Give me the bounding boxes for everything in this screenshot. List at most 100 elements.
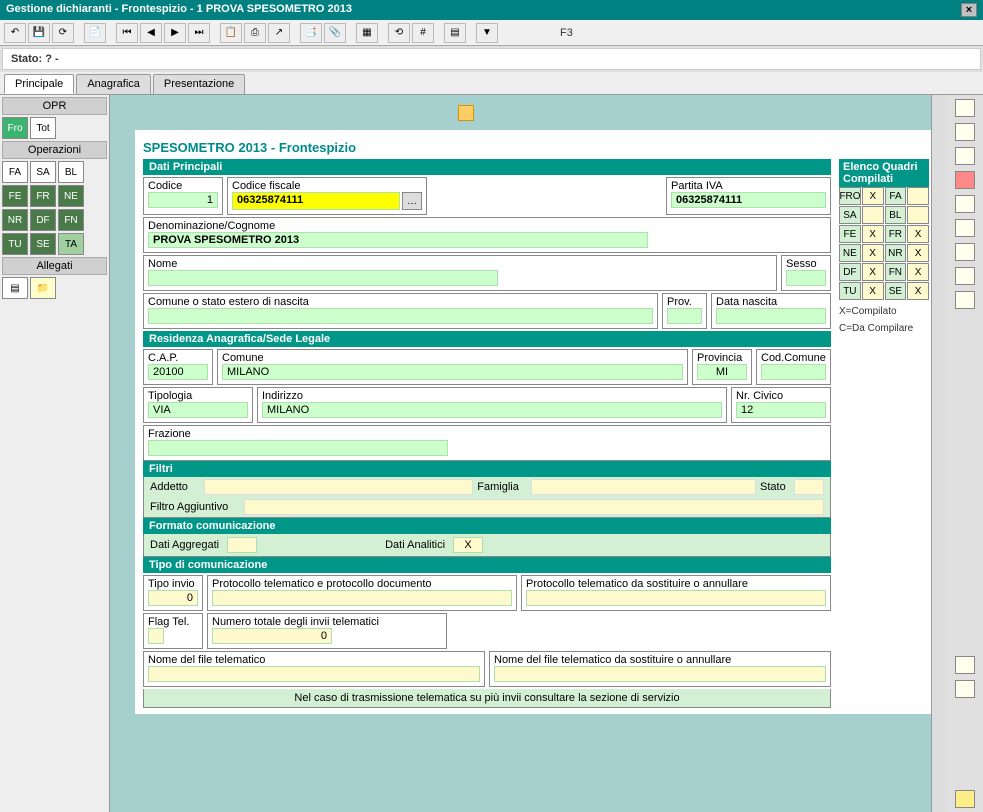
save2-icon[interactable] [955,195,975,213]
val-addetto[interactable] [204,479,473,495]
quadro-status[interactable]: X [907,225,929,243]
btn-fr[interactable]: FR [30,185,56,207]
btn-se[interactable]: SE [30,233,56,255]
copy-icon[interactable]: 📋 [220,23,242,43]
btn-ta[interactable]: TA [58,233,84,255]
btn-fe[interactable]: FE [2,185,28,207]
reload-icon[interactable]: ⟲ [388,23,410,43]
val-filtro-agg[interactable] [244,499,824,515]
next-icon[interactable]: ▶ [164,23,186,43]
val-flagtel[interactable] [148,628,164,644]
val-comune-nascita[interactable] [148,308,653,324]
notes-icon[interactable] [955,790,975,808]
btn-tot[interactable]: Tot [30,117,56,139]
quadro-status[interactable] [907,187,929,205]
val-denom[interactable]: PROVA SPESOMETRO 2013 [148,232,648,248]
tab-anagrafica[interactable]: Anagrafica [76,74,151,94]
val-nomefile-sost[interactable] [494,666,826,682]
dropdown-icon[interactable]: ▼ [476,23,498,43]
btn-ne[interactable]: NE [58,185,84,207]
val-frazione[interactable] [148,440,448,456]
save-icon[interactable]: 💾 [28,23,50,43]
val-stato[interactable] [794,479,824,495]
sheet-icon[interactable]: ▦ [356,23,378,43]
export-icon[interactable]: ↗ [268,23,290,43]
prev-icon[interactable]: ◀ [140,23,162,43]
quadro-code[interactable]: NR [885,244,907,262]
flag-icon[interactable] [955,680,975,698]
btn-nr[interactable]: NR [2,209,28,231]
list2-icon[interactable] [955,243,975,261]
val-comune[interactable]: MILANO [222,364,683,380]
edit-icon[interactable] [458,105,474,121]
btn-list-icon[interactable]: ▤ [2,277,28,299]
refresh-icon[interactable]: ⟳ [52,23,74,43]
val-data-nascita[interactable] [716,308,826,324]
val-tipologia[interactable]: VIA [148,402,248,418]
quadro-code[interactable]: SE [885,282,907,300]
val-provincia[interactable]: MI [697,364,747,380]
quadro-status[interactable]: X [907,244,929,262]
first-icon[interactable]: ⏮ [116,23,138,43]
attach-icon[interactable]: 📎 [324,23,346,43]
btn-df[interactable]: DF [30,209,56,231]
btn-fn[interactable]: FN [58,209,84,231]
val-cf[interactable]: 06325874111 [232,192,400,210]
tab-presentazione[interactable]: Presentazione [153,74,245,94]
btn-sa[interactable]: SA [30,161,56,183]
val-cap[interactable]: 20100 [148,364,208,380]
quadro-status[interactable]: X [862,263,884,281]
val-codcomune[interactable] [761,364,826,380]
quadro-code[interactable]: BL [885,206,907,224]
val-famiglia[interactable] [531,479,756,495]
val-nome[interactable] [148,270,498,286]
val-analitici[interactable]: X [453,537,483,553]
quadro-status[interactable]: X [862,244,884,262]
val-prov-nascita[interactable] [667,308,702,324]
lookup-cf-button[interactable]: … [402,192,422,210]
quadro-code[interactable]: FA [885,187,907,205]
quadro-status[interactable]: X [907,263,929,281]
quadro-code[interactable]: FE [839,225,861,243]
print2-icon[interactable] [955,123,975,141]
val-civico[interactable]: 12 [736,402,826,418]
close-icon[interactable]: × [961,3,977,17]
vertical-scrollbar[interactable] [931,95,947,812]
val-sesso[interactable] [786,270,826,286]
send-icon[interactable] [955,656,975,674]
undo-icon[interactable]: ↶ [4,23,26,43]
last-icon[interactable]: ⏭ [188,23,210,43]
quadro-code[interactable]: NE [839,244,861,262]
table-icon[interactable] [955,267,975,285]
clipboard-icon[interactable]: 📑 [300,23,322,43]
grid-icon[interactable]: # [412,23,434,43]
lock-icon[interactable] [955,219,975,237]
quadro-status[interactable] [862,206,884,224]
quadro-status[interactable]: X [862,225,884,243]
tree-icon[interactable] [955,291,975,309]
quadro-code[interactable]: TU [839,282,861,300]
btn-folder-icon[interactable]: 📁 [30,277,56,299]
val-proto-sost[interactable] [526,590,826,606]
pdf-icon[interactable] [955,171,975,189]
btn-tu[interactable]: TU [2,233,28,255]
btn-bl[interactable]: BL [58,161,84,183]
val-numinvii[interactable]: 0 [212,628,332,644]
val-aggregati[interactable] [227,537,257,553]
btn-fa[interactable]: FA [2,161,28,183]
val-piva[interactable]: 06325874111 [671,192,826,208]
val-nomefile[interactable] [148,666,480,682]
btn-fro[interactable]: Fro [2,117,28,139]
quadro-status[interactable]: X [862,282,884,300]
val-codice[interactable]: 1 [148,192,218,208]
quadro-status[interactable] [907,206,929,224]
tab-principale[interactable]: Principale [4,74,74,94]
calc-icon[interactable]: ▤ [444,23,466,43]
doc-icon[interactable]: 📄 [84,23,106,43]
quadro-status[interactable]: X [907,282,929,300]
quadro-code[interactable]: SA [839,206,861,224]
val-tipo-invio[interactable]: 0 [148,590,198,606]
user-icon[interactable] [955,99,975,117]
quadro-status[interactable]: X [862,187,884,205]
users-icon[interactable] [955,147,975,165]
